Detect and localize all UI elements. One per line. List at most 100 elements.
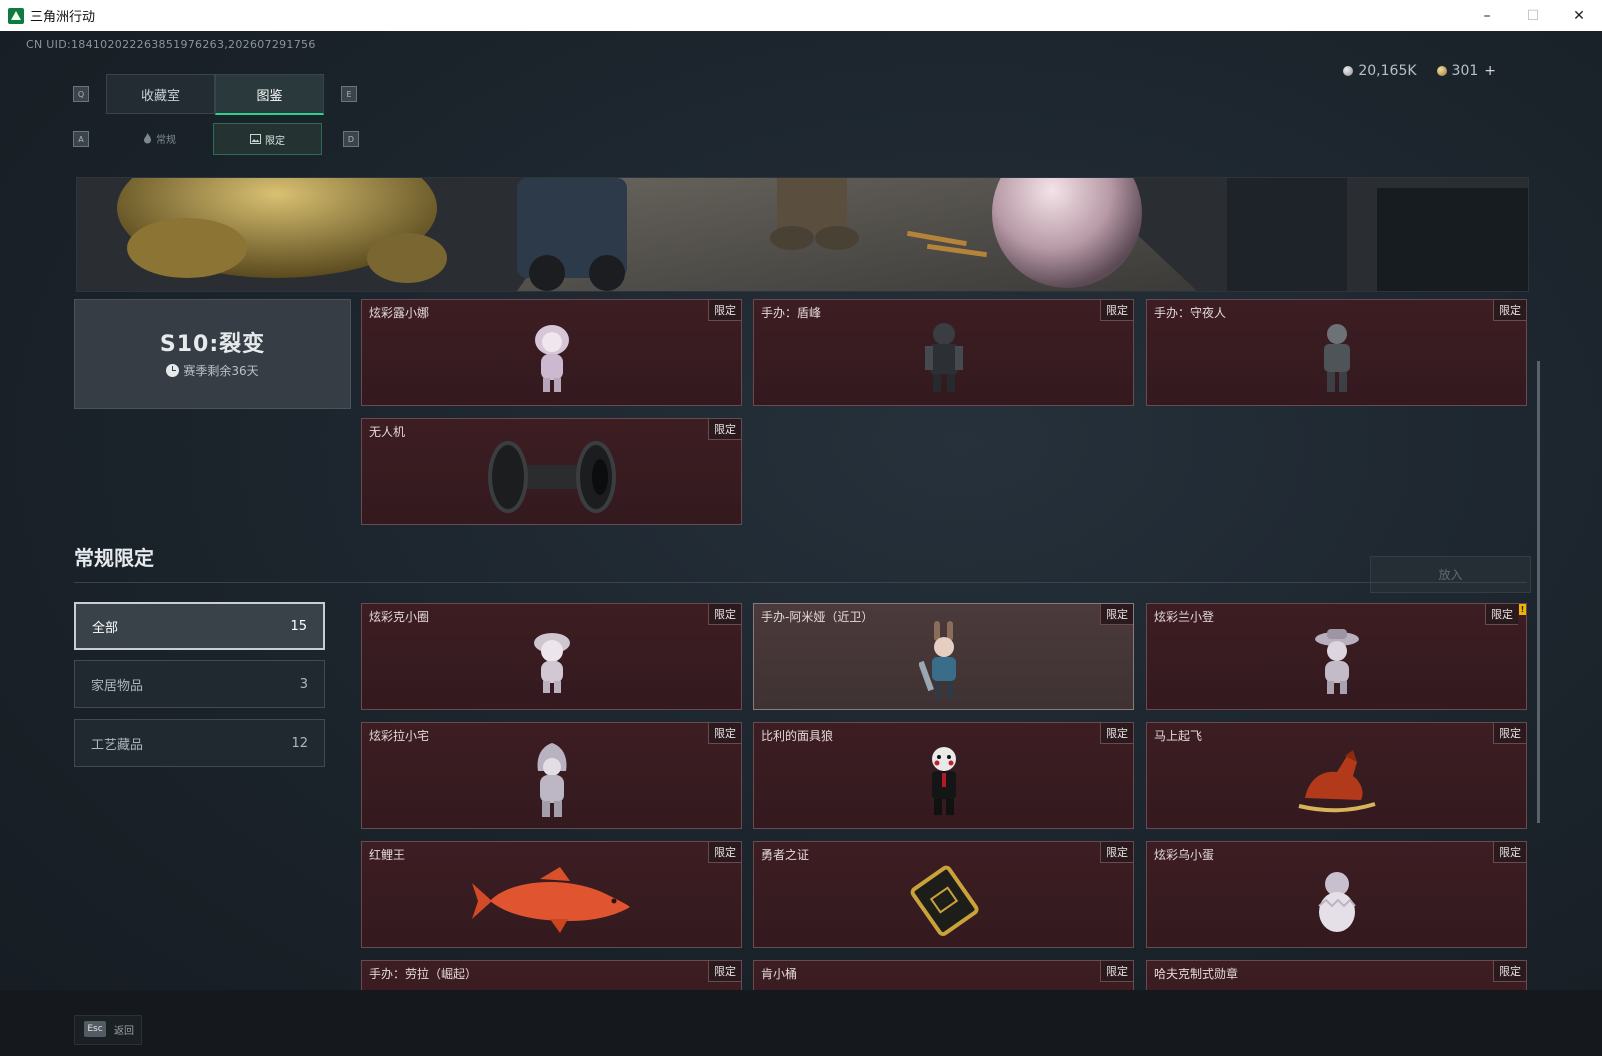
filter-home-items[interactable]: 家居物品 3 bbox=[74, 660, 325, 708]
season-info-card: S10:裂变 赛季剩余36天 bbox=[74, 299, 351, 409]
section-title: 常规限定 bbox=[74, 546, 154, 570]
drone-roller-icon bbox=[487, 440, 616, 513]
esc-key-icon: Esc bbox=[84, 1021, 106, 1037]
item-name: 炫彩兰小登 bbox=[1154, 610, 1215, 624]
flame-icon bbox=[144, 132, 151, 143]
currency-display: 20,165K 301 + bbox=[1343, 63, 1496, 79]
uid-label: CN UID:184102022263851976263,20260729175… bbox=[26, 38, 316, 51]
season-remaining: 赛季剩余36天 bbox=[75, 362, 350, 379]
item-name: 红鲤王 bbox=[369, 848, 406, 862]
silver-amount: 20,165K bbox=[1358, 63, 1417, 79]
limited-badge: 限定 bbox=[1493, 842, 1526, 863]
limited-badge: 限定 bbox=[708, 961, 741, 982]
gold-currency: 301 + bbox=[1436, 63, 1496, 79]
filter-label: 全部 bbox=[92, 620, 119, 636]
item-name: 手办：盾峰 bbox=[761, 306, 822, 320]
limited-badge: 限定 bbox=[1100, 604, 1133, 625]
egg-icon bbox=[1317, 871, 1356, 932]
season-title: S10:裂变 bbox=[159, 332, 266, 357]
limited-badge: 限定 bbox=[708, 419, 741, 440]
item-name: 肯小桶 bbox=[761, 967, 798, 981]
subtab-regular[interactable]: 常规 bbox=[106, 123, 213, 153]
put-in-button[interactable]: 放入 bbox=[1370, 556, 1531, 593]
filter-all[interactable]: 全部 15 bbox=[74, 602, 325, 650]
season-item-card[interactable]: 无人机 限定 bbox=[361, 418, 742, 525]
limited-badge: 限定 bbox=[708, 723, 741, 744]
collection-item-card[interactable]: 炫彩兰小登 限定 ! bbox=[1146, 603, 1527, 710]
game-viewport: CN UID:184102022263851976263,20260729175… bbox=[0, 31, 1602, 1056]
key-hint-q: Q bbox=[73, 86, 89, 102]
maximize-button[interactable]: ☐ bbox=[1510, 0, 1556, 31]
figure-hood-icon bbox=[537, 742, 566, 817]
horse-icon bbox=[1298, 749, 1376, 813]
item-name: 炫彩露小娜 bbox=[369, 306, 430, 320]
limited-badge: 限定 bbox=[1493, 723, 1526, 744]
collection-item-card[interactable]: 手办-阿米娅（近卫） 限定 bbox=[753, 603, 1134, 710]
item-name: 炫彩拉小宅 bbox=[369, 729, 430, 743]
gold-coin-icon bbox=[1436, 66, 1447, 76]
limited-badge: 限定 bbox=[1100, 300, 1133, 321]
window-title: 三角洲行动 bbox=[30, 10, 96, 25]
image-icon bbox=[250, 134, 261, 144]
collection-item-card[interactable]: 手办：劳拉（崛起） 限定 bbox=[361, 960, 742, 990]
item-name: 勇者之证 bbox=[761, 848, 810, 862]
limited-badge: 限定 bbox=[1485, 604, 1518, 625]
back-label: 返回 bbox=[114, 1026, 134, 1037]
collection-item-card[interactable]: 炫彩乌小蛋 限定 bbox=[1146, 841, 1527, 948]
key-hint-d: D bbox=[343, 131, 359, 147]
figure-bunny-icon bbox=[918, 620, 956, 699]
season-item-card[interactable]: 手办：守夜人 限定 bbox=[1146, 299, 1527, 406]
carp-icon bbox=[471, 866, 630, 933]
collection-item-card[interactable]: 肯小桶 限定 bbox=[753, 960, 1134, 990]
tab-catalog[interactable]: 图鉴 bbox=[215, 74, 324, 115]
item-name: 无人机 bbox=[369, 425, 406, 439]
limited-badge: 限定 bbox=[708, 300, 741, 321]
scrollbar-thumb[interactable] bbox=[1537, 361, 1540, 823]
season-remaining-label: 赛季剩余36天 bbox=[183, 364, 259, 378]
collection-item-card[interactable]: 比利的面具狼 限定 bbox=[753, 722, 1134, 829]
bottom-bar bbox=[0, 990, 1602, 1056]
gold-amount: 301 bbox=[1451, 63, 1479, 79]
app-logo-icon bbox=[8, 7, 24, 24]
figure-armor-icon bbox=[924, 322, 963, 392]
puppet-icon bbox=[931, 746, 956, 815]
limited-badge: 限定 bbox=[1100, 842, 1133, 863]
collection-item-card[interactable]: 炫彩拉小宅 限定 bbox=[361, 722, 742, 829]
collection-item-card[interactable]: 勇者之证 限定 bbox=[753, 841, 1134, 948]
collection-item-card[interactable]: 马上起飞 限定 bbox=[1146, 722, 1527, 829]
item-name: 手办：守夜人 bbox=[1154, 306, 1227, 320]
limited-badge: 限定 bbox=[1100, 961, 1133, 982]
filter-craft-items[interactable]: 工艺藏品 12 bbox=[74, 719, 325, 767]
figure-pink-icon bbox=[534, 324, 569, 392]
collection-item-card[interactable]: 哈夫克制式勋章 限定 bbox=[1146, 960, 1527, 990]
item-name: 比利的面具狼 bbox=[761, 729, 834, 743]
grid-partial-row: 手办：劳拉（崛起） 限定 肯小桶 限定 哈夫克制式勋章 限定 bbox=[355, 958, 1537, 990]
item-name: 炫彩克小圈 bbox=[369, 610, 430, 624]
filter-label: 家居物品 bbox=[91, 678, 144, 694]
window-titlebar: 三角洲行动 – ☐ ✕ bbox=[0, 0, 1602, 32]
card-icon bbox=[910, 865, 979, 936]
section-divider bbox=[74, 582, 1527, 583]
close-button[interactable]: ✕ bbox=[1556, 0, 1602, 31]
minimize-button[interactable]: – bbox=[1464, 0, 1510, 31]
figure-dark-icon bbox=[1323, 323, 1350, 392]
collection-item-card[interactable]: 红鲤王 限定 bbox=[361, 841, 742, 948]
clock-icon bbox=[166, 364, 180, 377]
silver-coin-icon bbox=[1343, 66, 1354, 76]
collection-item-card[interactable]: 炫彩克小圈 限定 bbox=[361, 603, 742, 710]
add-currency-button[interactable]: + bbox=[1484, 63, 1496, 79]
subtab-limited[interactable]: 限定 bbox=[213, 123, 322, 155]
tab-collection-room[interactable]: 收藏室 bbox=[106, 74, 215, 114]
limited-badge: 限定 bbox=[708, 604, 741, 625]
limited-badge: 限定 bbox=[708, 842, 741, 863]
filter-count: 15 bbox=[290, 618, 307, 634]
key-hint-a: A bbox=[73, 131, 89, 147]
filter-count: 12 bbox=[291, 735, 308, 751]
season-item-card[interactable]: 手办：盾峰 限定 bbox=[753, 299, 1134, 406]
silver-currency: 20,165K bbox=[1343, 63, 1417, 79]
subtab-limited-label: 限定 bbox=[265, 135, 285, 147]
limited-badge: 限定 bbox=[1493, 300, 1526, 321]
season-item-card[interactable]: 炫彩露小娜 限定 bbox=[361, 299, 742, 406]
figure-hat-icon bbox=[1314, 628, 1359, 694]
limited-badge: 限定 bbox=[1493, 961, 1526, 982]
